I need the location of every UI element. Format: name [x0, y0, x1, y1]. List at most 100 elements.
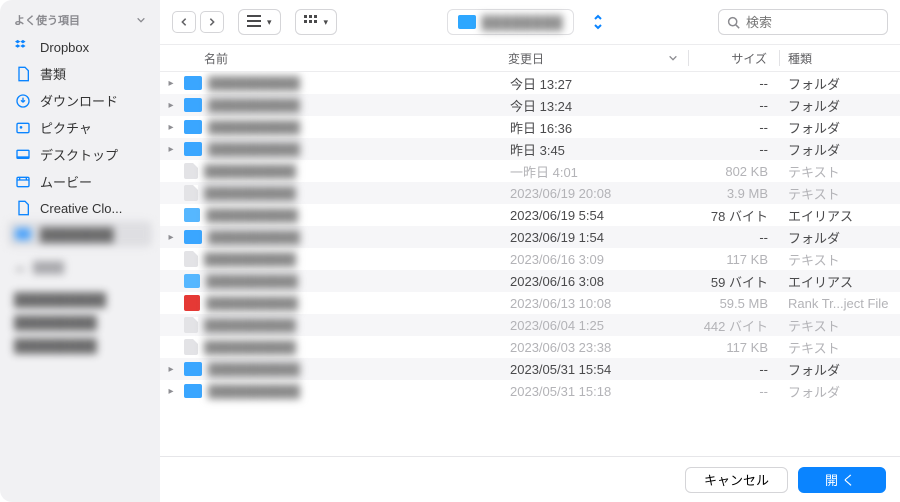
- cell-name: ▸ ██████████: [160, 142, 510, 157]
- forward-button[interactable]: [200, 11, 224, 33]
- back-button[interactable]: [172, 11, 196, 33]
- table-row[interactable]: ▸██████████昨日 16:36--フォルダ: [160, 116, 900, 138]
- grid-icon: [304, 15, 318, 30]
- file-name: ██████████: [208, 142, 300, 157]
- finder-open-panel: よく使う項目 Dropbox 書類 ダウンロード ピ: [0, 0, 900, 502]
- cell-size: --: [690, 142, 780, 157]
- sidebar-item-downloads[interactable]: ダウンロード: [8, 87, 152, 114]
- sidebar-item-label: ピクチャ: [40, 118, 92, 137]
- sidebar-item-documents[interactable]: 書類: [8, 60, 152, 87]
- sidebar-item-selected[interactable]: ████████: [8, 221, 152, 247]
- file-table: 名前 変更日 サイズ 種類 ▸██████████今日 13:27--フォルダ▸…: [160, 44, 900, 456]
- sidebar-item-movies[interactable]: ムービー: [8, 168, 152, 195]
- cloud-icon: ☁︎: [14, 261, 25, 274]
- cell-size: 802 KB: [690, 164, 780, 179]
- doc-icon: [14, 65, 32, 83]
- table-body[interactable]: ▸██████████今日 13:27--フォルダ▸██████████今日 1…: [160, 72, 900, 456]
- cell-size: 59.5 MB: [690, 296, 780, 311]
- file-name: ██████████: [208, 362, 300, 377]
- sidebar-item-label: Creative Clo...: [40, 201, 122, 216]
- sidebar-section-header[interactable]: よく使う項目: [8, 8, 152, 34]
- sidebar-item-creative-cloud[interactable]: Creative Clo...: [8, 195, 152, 221]
- alias-icon: [184, 208, 200, 222]
- table-row[interactable]: ▸██████████今日 13:27--フォルダ: [160, 72, 900, 94]
- disclosure-triangle-icon[interactable]: ▸: [164, 364, 178, 375]
- folder-icon: [184, 98, 202, 112]
- disclosure-triangle-icon[interactable]: ▸: [164, 232, 178, 243]
- table-row[interactable]: ██████████2023/06/04 1:25442 バイトテキスト: [160, 314, 900, 336]
- cancel-button[interactable]: キャンセル: [685, 467, 788, 493]
- cell-size: --: [690, 362, 780, 377]
- cell-name: ▸ ██████████: [160, 362, 510, 377]
- column-header-date[interactable]: 変更日: [508, 50, 688, 67]
- file-name: ██████████: [204, 186, 296, 201]
- open-button[interactable]: 開く: [798, 467, 886, 493]
- table-row[interactable]: ▸██████████昨日 3:45--フォルダ: [160, 138, 900, 160]
- disclosure-triangle-icon[interactable]: ▸: [164, 78, 178, 89]
- sidebar-item-label: Dropbox: [40, 40, 89, 55]
- sidebar-section-header-2[interactable]: ☁︎████: [8, 257, 152, 278]
- table-row[interactable]: ▸██████████2023/05/31 15:54--フォルダ: [160, 358, 900, 380]
- sidebar-item-label: ████████: [40, 227, 114, 242]
- sidebar: よく使う項目 Dropbox 書類 ダウンロード ピ: [0, 0, 160, 502]
- cell-size: --: [690, 120, 780, 135]
- table-row[interactable]: ██████████一昨日 4:01802 KBテキスト: [160, 160, 900, 182]
- sidebar-item-desktop[interactable]: デスクトップ: [8, 141, 152, 168]
- cell-kind: フォルダ: [780, 140, 900, 159]
- dropbox-icon: [14, 38, 32, 56]
- cell-kind: フォルダ: [780, 382, 900, 401]
- sidebar-item-label: ダウンロード: [40, 91, 118, 110]
- disclosure-triangle-icon[interactable]: ▸: [164, 122, 178, 133]
- folder-icon: [184, 384, 202, 398]
- disclosure-triangle-icon[interactable]: ▸: [164, 144, 178, 155]
- column-header-name[interactable]: 名前: [160, 50, 508, 67]
- table-row[interactable]: ██████████2023/06/16 3:09117 KBテキスト: [160, 248, 900, 270]
- disclosure-triangle-icon[interactable]: ▸: [164, 386, 178, 397]
- table-row[interactable]: ▸██████████2023/06/19 1:54--フォルダ: [160, 226, 900, 248]
- file-name: ██████████: [204, 318, 296, 333]
- sidebar-item[interactable]: ██████████: [8, 288, 152, 311]
- sidebar-item-pictures[interactable]: ピクチャ: [8, 114, 152, 141]
- search-field[interactable]: [718, 9, 888, 35]
- view-grid-button[interactable]: ▾: [295, 9, 338, 35]
- cell-date: 2023/06/04 1:25: [510, 318, 690, 333]
- file-icon: [14, 199, 32, 217]
- cell-size: --: [690, 384, 780, 399]
- search-input[interactable]: [746, 15, 900, 30]
- cell-size: 117 KB: [690, 252, 780, 267]
- file-name: ██████████: [208, 230, 300, 245]
- cell-kind: フォルダ: [780, 228, 900, 247]
- path-control[interactable]: ████████: [447, 9, 575, 35]
- table-row[interactable]: ██████████2023/06/19 20:083.9 MBテキスト: [160, 182, 900, 204]
- disclosure-triangle-icon[interactable]: ▸: [164, 100, 178, 111]
- path-popup-button[interactable]: [588, 9, 608, 35]
- cell-name: ▸ ██████████: [160, 230, 510, 245]
- cell-size: --: [690, 230, 780, 245]
- cell-kind: フォルダ: [780, 74, 900, 93]
- cell-name: ██████████: [160, 339, 510, 355]
- table-row[interactable]: ██████████2023/06/13 10:0859.5 MBRank Tr…: [160, 292, 900, 314]
- cell-date: 2023/06/19 20:08: [510, 186, 690, 201]
- cell-date: 2023/05/31 15:18: [510, 384, 690, 399]
- table-row[interactable]: ▸██████████2023/05/31 15:18--フォルダ: [160, 380, 900, 402]
- table-row[interactable]: ██████████2023/06/19 5:5478 バイトエイリアス: [160, 204, 900, 226]
- column-header-size[interactable]: サイズ: [689, 50, 779, 67]
- file-name: ██████████: [204, 164, 296, 179]
- table-row[interactable]: ▸██████████今日 13:24--フォルダ: [160, 94, 900, 116]
- sidebar-item[interactable]: █████████: [8, 334, 152, 357]
- table-row[interactable]: ██████████2023/06/03 23:38117 KBテキスト: [160, 336, 900, 358]
- alias-icon: [184, 274, 200, 288]
- file-name: ██████████: [206, 208, 298, 223]
- table-row[interactable]: ██████████2023/06/16 3:0859 バイトエイリアス: [160, 270, 900, 292]
- main-panel: ▾ ▾ ████████: [160, 0, 900, 502]
- sidebar-item[interactable]: █████████: [8, 311, 152, 334]
- cell-name: ▸██████████: [160, 120, 510, 135]
- column-header-kind[interactable]: 種類: [780, 50, 900, 67]
- view-list-button[interactable]: ▾: [238, 9, 281, 35]
- cell-size: 117 KB: [690, 340, 780, 355]
- sidebar-item-dropbox[interactable]: Dropbox: [8, 34, 152, 60]
- cell-date: 今日 13:27: [510, 74, 690, 93]
- doc-icon: [184, 251, 198, 267]
- file-name: ██████████: [208, 76, 300, 91]
- cell-name: ▸██████████: [160, 384, 510, 399]
